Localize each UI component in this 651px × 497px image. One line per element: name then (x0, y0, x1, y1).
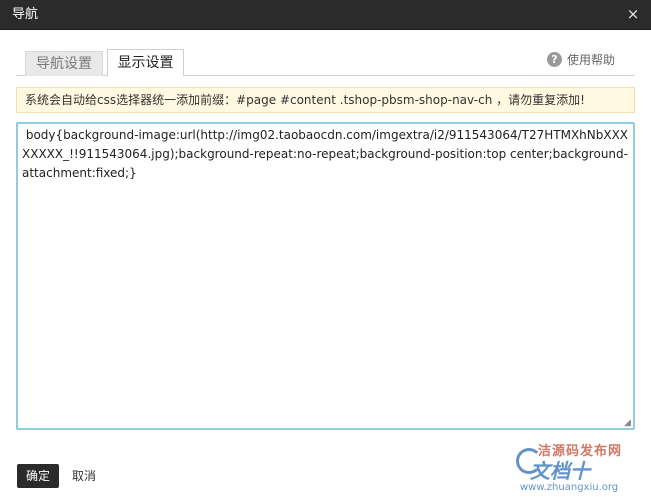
tab-nav-settings[interactable]: 导航设置 (25, 51, 103, 76)
css-prefix-notice: 系统会自动给css选择器统一添加前缀：#page #content .tshop… (16, 87, 635, 113)
tab-bar: 导航设置 显示设置 (16, 49, 635, 77)
confirm-button[interactable]: 确定 (17, 464, 59, 488)
tab-display-settings[interactable]: 显示设置 (107, 49, 184, 77)
cancel-button[interactable]: 取消 (72, 464, 102, 488)
help-link[interactable]: ? 使用帮助 (546, 52, 615, 68)
help-icon: ? (546, 52, 562, 67)
close-icon[interactable]: × (625, 6, 641, 22)
css-code-editor[interactable]: body{background-image:url(http://img02.t… (16, 122, 635, 430)
dialog-title: 导航 (12, 7, 39, 22)
watermark-logo: 洁源码发布网 文档十 www.zhuangxiu.org (512, 438, 651, 497)
nav-settings-dialog: 导航 × 导航设置 显示设置 ? 使用帮助 系统会自动给css选择器统一添加前缀：… (0, 0, 651, 497)
dialog-titlebar: 导航 × (0, 0, 651, 30)
resize-grip-icon[interactable]: ◢ (624, 419, 632, 428)
help-label: 使用帮助 (566, 53, 615, 67)
watermark-url-text: www.zhuangxiu.org (520, 482, 619, 493)
watermark-big-text: 文档十 (530, 459, 590, 483)
